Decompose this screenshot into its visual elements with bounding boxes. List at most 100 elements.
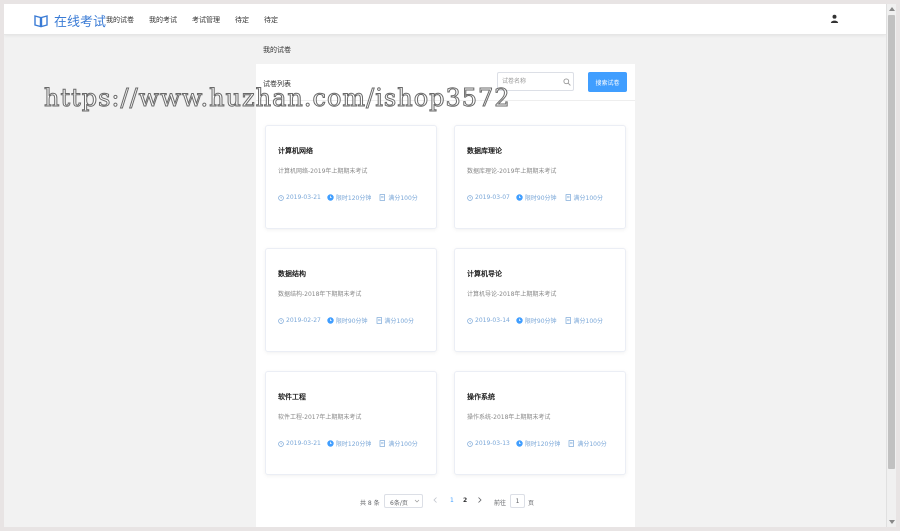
card-date: 2019-02-27 [278, 317, 321, 324]
pager-page-unit: 页 [528, 500, 535, 507]
card-meta: 2019-03-21 限时120分钟 满分100分 [278, 193, 418, 202]
page-1[interactable]: 1 [450, 497, 454, 504]
card-time-text: 限时120分钟 [335, 441, 372, 448]
timer-icon [516, 317, 523, 324]
paper-card[interactable]: 计算机网络 计算机网络-2019年上期期末考试 2019-03-21 限时120… [265, 125, 437, 229]
card-time: 限时90分钟 [327, 316, 368, 325]
clock-icon [467, 440, 473, 447]
clock-icon [278, 317, 284, 324]
nav-exam-management[interactable]: 考试管理 [192, 15, 220, 25]
paper-card[interactable]: 数据结构 数据结构-2018年下期期末考试 2019-02-27 限时90分钟 … [265, 248, 437, 352]
clock-icon [278, 194, 284, 201]
card-score: 满分100分 [376, 316, 414, 325]
nav-tbd-2[interactable]: 待定 [264, 15, 278, 25]
page-size-select[interactable]: 6条/页 [384, 494, 423, 508]
card-title: 计算机网络 [278, 147, 313, 155]
card-desc: 计算机网络-2019年上期期末考试 [278, 168, 368, 175]
scroll-down-arrow-icon[interactable] [889, 520, 895, 524]
nav-my-papers[interactable]: 我的试卷 [106, 15, 134, 25]
paper-card[interactable]: 操作系统 操作系统-2018年上期期末考试 2019-03-13 限时120分钟… [454, 371, 626, 475]
card-score: 满分100分 [565, 316, 603, 325]
card-title: 软件工程 [278, 393, 306, 401]
search-button[interactable]: 搜索试卷 [588, 72, 627, 92]
card-date-text: 2019-03-14 [475, 317, 510, 324]
app-title: 在线考试 [54, 15, 107, 30]
card-score-text: 满分100分 [573, 318, 603, 325]
card-time: 限时120分钟 [327, 439, 371, 448]
timer-icon [327, 440, 334, 447]
page-size-label: 6条/页 [390, 500, 408, 507]
card-score-text: 满分100分 [573, 195, 603, 202]
card-date: 2019-03-07 [467, 194, 510, 201]
card-score: 满分100分 [379, 193, 418, 202]
card-title: 计算机导论 [467, 270, 502, 278]
card-title: 操作系统 [467, 393, 495, 401]
card-time-text: 限时90分钟 [335, 318, 368, 325]
paper-icon [568, 440, 575, 447]
card-time-text: 限时90分钟 [524, 195, 557, 202]
card-time: 限时90分钟 [516, 316, 557, 325]
watermark-text: https://www.huzhan.com/ishop3572 [44, 84, 511, 113]
card-time: 限时120分钟 [327, 193, 371, 202]
card-score: 满分100分 [568, 439, 607, 448]
clock-icon [278, 440, 284, 447]
card-score-text: 满分100分 [388, 195, 418, 202]
user-icon[interactable] [830, 14, 839, 23]
nav-tbd-1[interactable]: 待定 [235, 15, 249, 25]
paper-icon [565, 317, 571, 324]
paper-list-panel: 试卷列表 搜索试卷 计算机网络 计算机网络-2019年上期期末考试 2019-0… [256, 64, 635, 527]
paper-icon [376, 317, 382, 324]
card-meta: 2019-02-27 限时90分钟 满分100分 [278, 316, 414, 325]
vertical-scrollbar[interactable] [886, 4, 896, 527]
nav-my-exams[interactable]: 我的考试 [149, 15, 177, 25]
card-meta: 2019-03-14 限时90分钟 满分100分 [467, 316, 603, 325]
logo[interactable]: 在线考试 [34, 11, 106, 30]
card-date: 2019-03-21 [278, 440, 321, 447]
card-date: 2019-03-21 [278, 194, 321, 201]
card-score-text: 满分100分 [577, 441, 607, 448]
card-desc: 数据库理论-2019年上期期末考试 [467, 168, 557, 175]
card-date-text: 2019-03-13 [475, 440, 510, 447]
card-meta: 2019-03-07 限时90分钟 满分100分 [467, 193, 603, 202]
search-icon[interactable] [563, 78, 571, 86]
paper-card[interactable]: 软件工程 软件工程-2017年上期期末考试 2019-03-21 限时120分钟… [265, 371, 437, 475]
timer-icon [516, 194, 523, 201]
card-score-text: 满分100分 [388, 441, 418, 448]
card-title: 数据库理论 [467, 147, 502, 155]
page-title: 我的试卷 [263, 46, 291, 54]
clock-icon [467, 317, 473, 324]
pager-goto-input[interactable] [510, 494, 525, 508]
card-desc: 数据结构-2018年下期期末考试 [278, 291, 362, 298]
paper-card[interactable]: 数据库理论 数据库理论-2019年上期期末考试 2019-03-07 限时90分… [454, 125, 626, 229]
card-time: 限时120分钟 [516, 439, 560, 448]
chevron-left-icon[interactable] [432, 496, 439, 504]
paper-icon [565, 194, 571, 201]
timer-icon [327, 194, 334, 201]
card-desc: 操作系统-2018年上期期末考试 [467, 414, 551, 421]
scroll-thumb[interactable] [888, 15, 895, 469]
card-date: 2019-03-13 [467, 440, 510, 447]
card-time-text: 限时120分钟 [524, 441, 561, 448]
scroll-up-arrow-icon[interactable] [889, 7, 895, 11]
book-icon [34, 14, 48, 27]
chevron-down-icon [414, 499, 420, 503]
paper-card[interactable]: 计算机导论 计算机导论-2018年上期期末考试 2019-03-14 限时90分… [454, 248, 626, 352]
app-frame: 在线考试 我的试卷 我的考试 考试管理 待定 待定 我的试卷 试卷列表 搜索试卷 [4, 4, 896, 527]
card-time-text: 限时120分钟 [335, 195, 372, 202]
card-desc: 计算机导论-2018年上期期末考试 [467, 291, 557, 298]
timer-icon [327, 317, 334, 324]
card-meta: 2019-03-13 限时120分钟 满分100分 [467, 439, 607, 448]
card-score: 满分100分 [379, 439, 418, 448]
card-desc: 软件工程-2017年上期期末考试 [278, 414, 362, 421]
card-title: 数据结构 [278, 270, 306, 278]
pagination: 共 8 条 6条/页 1 2 前往 页 [256, 493, 635, 509]
card-time-text: 限时90分钟 [524, 318, 557, 325]
pager-total: 共 8 条 [360, 500, 380, 507]
main-nav: 我的试卷 我的考试 考试管理 待定 待定 [106, 15, 293, 25]
chevron-right-icon[interactable] [476, 496, 483, 504]
card-time: 限时90分钟 [516, 193, 557, 202]
card-score-text: 满分100分 [384, 318, 414, 325]
page-2[interactable]: 2 [463, 497, 467, 504]
pager-goto-label: 前往 [494, 500, 507, 507]
top-header: 在线考试 我的试卷 我的考试 考试管理 待定 待定 [4, 4, 886, 35]
